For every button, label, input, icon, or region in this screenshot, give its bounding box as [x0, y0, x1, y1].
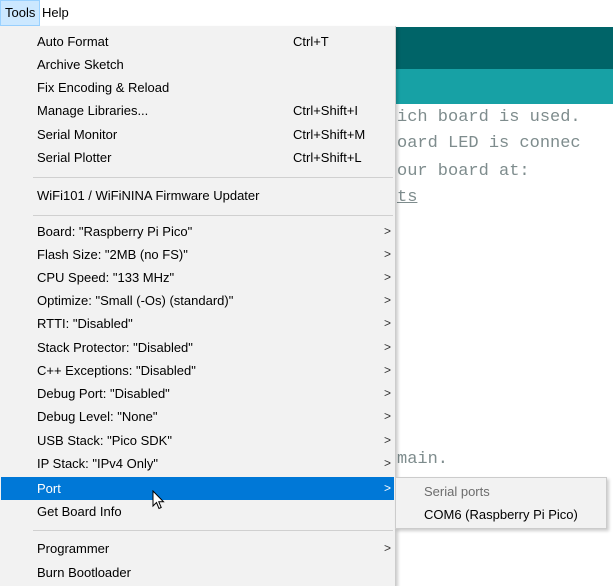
- menu-separator: [33, 215, 393, 216]
- chevron-right-icon: >: [384, 409, 392, 423]
- menu-item-archive-sketch[interactable]: Archive Sketch: [1, 53, 394, 76]
- menu-item-flash-size[interactable]: Flash Size: "2MB (no FS)" >: [1, 243, 394, 266]
- menu-item-stack-protector[interactable]: Stack Protector: "Disabled" >: [1, 336, 394, 359]
- menu-item-ip-stack[interactable]: IP Stack: "IPv4 Only" >: [1, 452, 394, 475]
- menu-item-shortcut: Ctrl+Shift+M: [293, 127, 366, 142]
- menu-item-fix-encoding[interactable]: Fix Encoding & Reload: [1, 76, 394, 99]
- code-line: ich board is used.: [397, 108, 581, 127]
- code-line: main.: [397, 450, 449, 469]
- chevron-right-icon: >: [384, 363, 392, 377]
- menu-item-cpp-exceptions[interactable]: C++ Exceptions: "Disabled" >: [1, 359, 394, 382]
- menu-item-shortcut: Ctrl+Shift+L: [293, 150, 362, 165]
- menu-item-port[interactable]: Port >: [1, 477, 394, 500]
- menu-item-label: IP Stack: "IPv4 Only": [37, 456, 158, 471]
- menu-item-board[interactable]: Board: "Raspberry Pi Pico" >: [1, 220, 394, 243]
- editor-toolbar: [395, 69, 613, 104]
- menu-item-debug-level[interactable]: Debug Level: "None" >: [1, 405, 394, 428]
- menu-item-serial-plotter[interactable]: Serial Plotter Ctrl+Shift+L: [1, 146, 394, 169]
- submenu-header-label: Serial ports: [424, 484, 490, 499]
- chevron-right-icon: >: [384, 456, 392, 470]
- code-link[interactable]: ts: [397, 188, 417, 207]
- menu-item-serial-monitor[interactable]: Serial Monitor Ctrl+Shift+M: [1, 123, 394, 146]
- submenu-item-com6[interactable]: COM6 (Raspberry Pi Pico): [396, 503, 606, 526]
- menu-item-label: Stack Protector: "Disabled": [37, 340, 193, 355]
- submenu-header-serial-ports: Serial ports: [396, 480, 606, 503]
- chevron-right-icon: >: [384, 433, 392, 447]
- menu-item-get-board-info[interactable]: Get Board Info: [1, 500, 394, 523]
- menu-item-label: Board: "Raspberry Pi Pico": [37, 224, 193, 239]
- chevron-right-icon: >: [384, 293, 392, 307]
- menu-bar: Tools Help: [0, 0, 613, 26]
- chevron-right-icon: >: [384, 316, 392, 330]
- menu-item-label: Manage Libraries...: [37, 103, 149, 118]
- menu-item-label: WiFi101 / WiFiNINA Firmware Updater: [37, 188, 260, 203]
- menu-item-label: Serial Plotter: [37, 150, 112, 165]
- chevron-right-icon: >: [384, 224, 392, 238]
- submenu-item-label: COM6 (Raspberry Pi Pico): [424, 507, 578, 522]
- menu-item-label: Get Board Info: [37, 504, 122, 519]
- menu-item-label: Debug Level: "None": [37, 409, 158, 424]
- chevron-right-icon: >: [384, 386, 392, 400]
- code-line: oard LED is connec: [397, 134, 581, 153]
- chevron-right-icon: >: [384, 481, 392, 495]
- menu-item-label: Port: [37, 481, 61, 496]
- menu-item-label: C++ Exceptions: "Disabled": [37, 363, 196, 378]
- menu-item-cpu-speed[interactable]: CPU Speed: "133 MHz" >: [1, 266, 394, 289]
- menu-item-optimize[interactable]: Optimize: "Small (-Os) (standard)" >: [1, 289, 394, 312]
- menu-tools[interactable]: Tools: [0, 0, 41, 26]
- menu-item-firmware-updater[interactable]: WiFi101 / WiFiNINA Firmware Updater: [1, 184, 394, 207]
- menu-separator: [33, 530, 393, 531]
- port-submenu: Serial ports COM6 (Raspberry Pi Pico): [395, 477, 607, 529]
- chevron-right-icon: >: [384, 541, 392, 555]
- menu-item-label: Optimize: "Small (-Os) (standard)": [37, 293, 234, 308]
- chevron-right-icon: >: [384, 270, 392, 284]
- menu-item-label: Auto Format: [37, 34, 109, 49]
- code-line: our board at:: [397, 162, 530, 181]
- chevron-right-icon: >: [384, 340, 392, 354]
- menu-item-burn-bootloader[interactable]: Burn Bootloader: [1, 561, 394, 584]
- menu-item-label: Fix Encoding & Reload: [37, 80, 170, 95]
- menu-item-label: Programmer: [37, 541, 110, 556]
- chevron-right-icon: >: [384, 247, 392, 261]
- menu-item-label: Burn Bootloader: [37, 565, 131, 580]
- mouse-pointer-icon: [152, 490, 165, 510]
- menu-separator: [33, 177, 393, 178]
- menu-item-label: Archive Sketch: [37, 57, 124, 72]
- tools-menu: Auto Format Ctrl+T Archive Sketch Fix En…: [0, 26, 396, 586]
- menu-item-label: CPU Speed: "133 MHz": [37, 270, 175, 285]
- menu-item-shortcut: Ctrl+T: [293, 34, 329, 49]
- menu-item-label: Serial Monitor: [37, 127, 118, 142]
- menu-item-label: Flash Size: "2MB (no FS)": [37, 247, 188, 262]
- menu-item-programmer[interactable]: Programmer >: [1, 537, 394, 560]
- menu-item-manage-libraries[interactable]: Manage Libraries... Ctrl+Shift+I: [1, 99, 394, 122]
- menu-item-rtti[interactable]: RTTI: "Disabled" >: [1, 312, 394, 335]
- menu-item-label: RTTI: "Disabled": [37, 316, 133, 331]
- menu-item-label: USB Stack: "Pico SDK": [37, 433, 172, 448]
- menu-item-shortcut: Ctrl+Shift+I: [293, 103, 359, 118]
- editor-title-bar: [395, 27, 613, 69]
- menu-item-auto-format[interactable]: Auto Format Ctrl+T: [1, 30, 394, 53]
- menu-help[interactable]: Help: [38, 0, 73, 26]
- menu-item-debug-port[interactable]: Debug Port: "Disabled" >: [1, 382, 394, 405]
- menu-item-usb-stack[interactable]: USB Stack: "Pico SDK" >: [1, 429, 394, 452]
- menu-item-label: Debug Port: "Disabled": [37, 386, 170, 401]
